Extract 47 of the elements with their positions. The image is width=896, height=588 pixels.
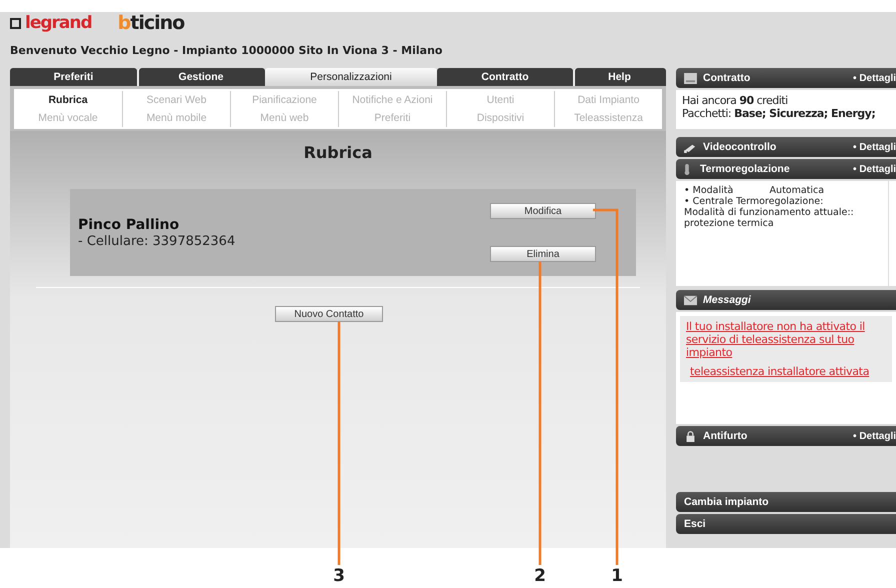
panel-title: Termoregolazione [700,163,791,175]
submenu-link[interactable]: Rubrica [14,91,122,109]
status-text: • Modalità Automatica [684,185,826,196]
new-contact-button[interactable]: Nuovo Contatto [275,306,383,322]
contract-info-text: Hai ancora 90 crediti [682,94,788,107]
details-link[interactable]: • Dettagli [853,430,896,442]
panel-header[interactable]: Contratto • Dettagli [676,68,896,88]
contact-phone: - Cellulare: 3397852364 [78,234,236,248]
thermometer-icon [684,164,690,174]
panel-header[interactable]: Cambia impianto [676,492,896,512]
nav-tab[interactable]: Personalizzazioni [265,68,437,86]
panel-header[interactable]: Videocontrollo • Dettagli [676,137,896,157]
panel-header[interactable]: Termoregolazione • Dettagli [676,159,896,179]
welcome-text: Benvenuto Vecchio Legno - Impianto 1000000 Sito In Viona 3 - Milano [10,44,444,58]
document-icon [684,72,697,84]
callout-number: 2 [533,566,547,586]
panel-title: Messaggi [703,294,752,306]
panel-title: Cambia impianto [684,496,770,508]
bticino-logo: bticino [118,13,184,33]
details-link[interactable]: • Dettagli [853,72,896,84]
panel-title: Antifurto [703,430,748,442]
details-link[interactable]: • Dettagli [853,164,896,174]
panel-header[interactable]: Messaggi [676,290,896,310]
nav-tab[interactable]: Gestione [137,68,265,86]
lock-icon [684,430,697,442]
message-link[interactable]: Il tuo installatore non ha attivato il servizio di teleassistenza sul tuo impianto [686,320,886,359]
callout-number: 3 [332,566,346,586]
contract-info-text: Pacchetti: Base; Sicurezza; Energy; [682,107,876,120]
panel-title: Contratto [703,72,752,84]
status-text: Modalità di funzionamento attuale:: protezione termica [684,207,855,229]
panel-header[interactable]: Esci [676,514,896,534]
panel-header[interactable]: Antifurto • Dettagli [676,426,896,446]
details-link[interactable]: • Dettagli [853,142,896,152]
callout-number: 1 [610,566,624,586]
nav-tab[interactable]: Help [573,68,666,86]
panel-title: Esci [684,518,707,530]
contact-action-button[interactable]: Modifica [490,203,596,219]
nav-tab[interactable]: Contratto [437,68,573,86]
message-link[interactable]: teleassistenza installatore attivata [686,365,886,378]
panel-title: Videocontrollo [703,141,778,153]
page-title: Rubrica [302,143,374,164]
contact-action-button[interactable]: Elimina [490,246,596,262]
contact-name: Pinco Pallino [78,216,180,232]
nav-tab[interactable]: Preferiti [10,68,137,86]
envelope-icon [684,294,697,306]
status-text: • Centrale Termoregolazione: [684,196,824,207]
legrand-logo: legrand [10,13,92,33]
